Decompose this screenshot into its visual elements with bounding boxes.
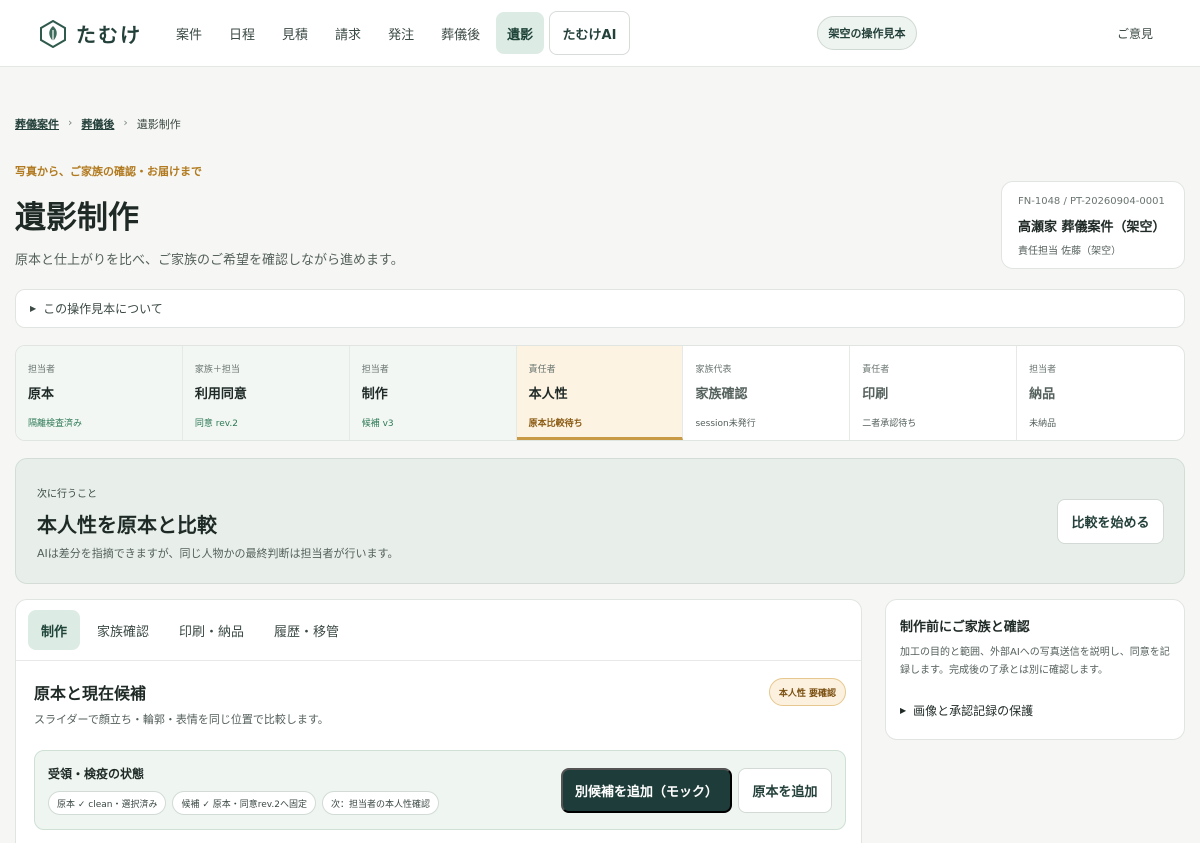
status-chip: 次：担当者の本人性確認 <box>322 791 440 815</box>
intake-status-box: 受領・検疫の状態 原本 ✓ clean・選択済み 候補 ✓ 原本・同意rev.2… <box>34 750 846 830</box>
nav-item-schedule[interactable]: 日程 <box>218 12 266 54</box>
case-id: FN-1048 / PT-20260904-0001 <box>1018 196 1165 207</box>
page-eyebrow: 写真から、ご家族の確認・お届けまで <box>15 165 202 178</box>
status-chip: 原本 ✓ clean・選択済み <box>48 791 167 815</box>
step-identity[interactable]: 責任者 本人性 原本比較待ち <box>516 346 684 440</box>
step-production[interactable]: 担当者 制作 候補 v3 <box>349 346 517 440</box>
breadcrumb-link-cases[interactable]: 葬儀案件 <box>15 116 59 132</box>
step-status: 隔離検査済み <box>28 419 83 429</box>
nav-item-billing[interactable]: 請求 <box>324 12 372 54</box>
step-name: 原本 <box>28 387 55 402</box>
step-name: 利用同意 <box>194 387 247 402</box>
main-nav: 案件 日程 見積 請求 発注 葬儀後 遺影 <box>165 12 549 54</box>
nav-item-cases[interactable]: 案件 <box>165 12 213 54</box>
add-candidate-button[interactable]: 別候補を追加（モック） <box>561 768 732 813</box>
step-role: 担当者 <box>1029 365 1057 375</box>
sample-mode-badge[interactable]: 架空の操作見本 <box>817 16 917 50</box>
step-role: 家族＋担当 <box>194 365 240 375</box>
tab-history-transfer[interactable]: 履歴・移管 <box>261 610 352 650</box>
step-role: 担当者 <box>361 365 389 375</box>
status-chip: 候補 ✓ 原本・同意rev.2へ固定 <box>172 791 316 815</box>
start-compare-button[interactable]: 比較を始める <box>1057 499 1164 544</box>
tab-bar: 制作 家族確認 印刷・納品 履歴・移管 <box>16 600 861 661</box>
step-name: 本人性 <box>528 387 568 402</box>
production-panel: 制作 家族確認 印刷・納品 履歴・移管 原本と現在候補 スライダーで顔立ち・輪郭… <box>15 599 862 843</box>
step-name: 家族確認 <box>695 387 748 402</box>
add-original-button[interactable]: 原本を追加 <box>738 768 832 813</box>
disclosure-triangle-icon: ▶ <box>900 706 907 715</box>
nav-item-orders[interactable]: 発注 <box>377 12 425 54</box>
intake-chips: 原本 ✓ clean・選択済み 候補 ✓ 原本・同意rev.2へ固定 次：担当者… <box>48 791 445 815</box>
nav-item-aftercare[interactable]: 葬儀後 <box>430 12 491 54</box>
step-role: 家族代表 <box>695 365 732 375</box>
section-description: スライダーで顔立ち・輪郭・表情を同じ位置で比較します。 <box>34 713 329 726</box>
ai-button[interactable]: たむけAI <box>549 11 630 55</box>
breadcrumb: 葬儀案件 › 葬儀後 › 遺影制作 <box>15 116 181 132</box>
step-status: 二者承認待ち <box>862 419 917 429</box>
step-status: 同意 rev.2 <box>194 419 238 429</box>
step-original[interactable]: 担当者 原本 隔離検査済み <box>16 346 183 440</box>
step-name: 制作 <box>361 387 388 402</box>
protection-label: 画像と承認記録の保護 <box>913 704 1034 718</box>
identity-status-badge: 本人性 要確認 <box>769 678 846 706</box>
step-status: 未納品 <box>1029 419 1057 429</box>
logo-leaf-icon <box>40 19 66 48</box>
tab-print-delivery[interactable]: 印刷・納品 <box>166 610 257 650</box>
step-consent[interactable]: 家族＋担当 利用同意 同意 rev.2 <box>182 346 350 440</box>
logo[interactable]: たむけ <box>40 19 142 48</box>
step-status: 原本比較待ち <box>528 419 583 429</box>
page-title: 遺影制作 <box>15 200 139 236</box>
breadcrumb-link-aftercare[interactable]: 葬儀後 <box>81 116 114 132</box>
tab-production[interactable]: 制作 <box>28 610 81 650</box>
tab-family-check[interactable]: 家族確認 <box>84 610 162 650</box>
step-name: 納品 <box>1029 387 1056 402</box>
nav-item-portrait[interactable]: 遺影 <box>496 12 545 54</box>
next-action-eyebrow: 次に行うこと <box>37 489 97 500</box>
next-action-description: AIは差分を指摘できますが、同じ人物かの最終判断は担当者が行います。 <box>37 547 399 560</box>
step-delivery[interactable]: 担当者 納品 未納品 <box>1017 346 1184 440</box>
breadcrumb-separator: › <box>123 116 128 129</box>
step-family-check[interactable]: 家族代表 家族確認 session未発行 <box>683 346 851 440</box>
feedback-link[interactable]: ご意見 <box>1117 25 1153 42</box>
step-role: 責任者 <box>862 365 890 375</box>
next-action-title: 本人性を原本と比較 <box>37 513 217 537</box>
logo-text: たむけ <box>76 23 142 47</box>
workflow-stepper: 担当者 原本 隔離検査済み 家族＋担当 利用同意 同意 rev.2 担当者 制作… <box>15 345 1185 441</box>
case-card: FN-1048 / PT-20260904-0001 高瀬家 葬儀案件（架空） … <box>1001 181 1185 269</box>
step-status: 候補 v3 <box>361 419 394 429</box>
step-name: 印刷 <box>862 387 889 402</box>
about-disclosure[interactable]: ▶ この操作見本について <box>15 289 1185 328</box>
next-action-panel: 次に行うこと 本人性を原本と比較 AIは差分を指摘できますが、同じ人物かの最終判… <box>15 458 1185 584</box>
breadcrumb-separator: › <box>68 116 73 129</box>
step-status: session未発行 <box>695 419 756 429</box>
case-name: 高瀬家 葬儀案件（架空） <box>1018 220 1166 235</box>
intake-title: 受領・検疫の状態 <box>48 767 145 781</box>
case-owner: 責任担当 佐藤（架空） <box>1018 246 1122 257</box>
breadcrumb-current: 遺影制作 <box>136 118 181 131</box>
nav-item-estimate[interactable]: 見積 <box>271 12 319 54</box>
about-label: この操作見本について <box>43 302 163 316</box>
disclosure-triangle-icon: ▶ <box>30 304 37 313</box>
section-title: 原本と現在候補 <box>34 684 147 703</box>
step-role: 責任者 <box>528 365 556 375</box>
page-subtitle: 原本と仕上がりを比べ、ご家族のご希望を確認しながら進めます。 <box>15 253 404 268</box>
step-print[interactable]: 責任者 印刷 二者承認待ち <box>850 346 1018 440</box>
consent-side-card: 制作前にご家族と確認 加工の目的と範囲、外部AIへの写真送信を説明し、同意を記録… <box>885 599 1185 740</box>
side-title: 制作前にご家族と確認 <box>900 620 1030 635</box>
top-bar: たむけ 案件 日程 見積 請求 発注 葬儀後 遺影 たむけAI 架空の操作見本 … <box>0 0 1200 67</box>
step-role: 担当者 <box>28 365 56 375</box>
side-description: 加工の目的と範囲、外部AIへの写真送信を説明し、同意を記録します。完成後の了承と… <box>900 647 1170 676</box>
protection-disclosure[interactable]: ▶ 画像と承認記録の保護 <box>900 702 1170 719</box>
